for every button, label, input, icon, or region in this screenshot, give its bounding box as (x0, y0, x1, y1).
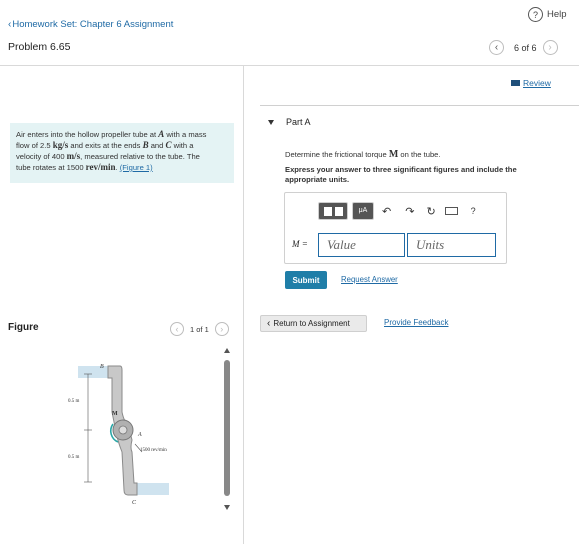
units-placeholder: Units (416, 237, 445, 252)
value-input[interactable]: Value (318, 233, 405, 257)
air-jet-c (137, 483, 169, 495)
chevron-left-icon: ‹ (8, 19, 12, 30)
template-icon (324, 207, 332, 216)
problem-line-3: velocity of 400 m/s, measured relative t… (16, 151, 200, 161)
value-placeholder: Value (327, 237, 356, 252)
chevron-left-icon: ‹ (267, 318, 271, 329)
part-a-divider (260, 105, 579, 106)
problem-line-1: Air enters into the hollow propeller tub… (16, 129, 207, 139)
mu-units-label: μA (358, 207, 368, 214)
label-c: C (132, 500, 137, 506)
dimension-top: 0.5 m (68, 399, 80, 404)
scroll-thumb[interactable] (224, 360, 230, 496)
keyboard-icon[interactable] (444, 207, 458, 215)
label-b: B (100, 364, 104, 370)
prev-figure-button[interactable]: ‹ (170, 322, 184, 336)
label-a: A (137, 432, 142, 438)
redo-icon[interactable]: ↷ (405, 205, 414, 218)
help-button[interactable]: ? Help (528, 7, 567, 22)
page-title: Problem 6.65 (8, 41, 71, 53)
template-button[interactable] (318, 202, 348, 220)
part-a-label: Part A (286, 117, 311, 127)
problem-line-2: flow of 2.5 kg/s and exits at the ends B… (16, 140, 194, 150)
pager-text: 6 of 6 (514, 42, 537, 53)
return-to-assignment-button[interactable]: ‹ Return to Assignment (260, 315, 367, 332)
propeller-tube-figure: B M A C 0.5 m 0.5 m 1500 rev/min (68, 364, 169, 506)
panel-divider (243, 66, 244, 544)
problem-line-4: tube rotates at 1500 rev/min. (Figure 1) (16, 162, 153, 172)
provide-feedback-link[interactable]: Provide Feedback (384, 318, 448, 327)
figure-title: Figure (8, 322, 39, 333)
part-a-toggle[interactable]: Part A (268, 117, 311, 127)
header-divider (0, 65, 579, 66)
variable-label: M = (292, 239, 308, 249)
figure-scrollbar[interactable] (223, 346, 231, 512)
math-toolbar: μA ↶ ↷ ↻ ? (318, 201, 476, 221)
problem-pager: ‹ 6 of 6 › (489, 40, 558, 55)
return-label: Return to Assignment (273, 319, 350, 328)
submit-button[interactable]: Submit (285, 271, 327, 289)
problem-statement: Air enters into the hollow propeller tub… (10, 123, 234, 183)
label-m: M (112, 411, 118, 417)
submit-label: Submit (292, 275, 320, 285)
scroll-up-icon[interactable] (224, 348, 230, 353)
back-to-homework-link[interactable]: ‹ Homework Set: Chapter 6 Assignment (8, 19, 173, 30)
prev-problem-button[interactable]: ‹ (489, 40, 504, 55)
mu-units-button[interactable]: μA (352, 202, 374, 220)
request-answer-link[interactable]: Request Answer (341, 275, 398, 284)
caret-down-icon (268, 119, 274, 125)
question-circle-icon: ? (528, 7, 543, 22)
review-label: Review (523, 78, 551, 88)
figure-pager-text: 1 of 1 (190, 324, 209, 334)
reset-icon[interactable]: ↻ (426, 205, 435, 218)
answer-instructions: Express your answer to three significant… (285, 165, 517, 184)
book-icon (511, 80, 520, 86)
next-problem-button[interactable]: › (542, 40, 558, 55)
rotation-speed-label: 1500 rev/min (140, 448, 167, 453)
question-text: Determine the frictional torque M on the… (285, 149, 441, 160)
review-link[interactable]: Review (511, 78, 551, 88)
scroll-down-icon[interactable] (224, 505, 230, 510)
next-figure-button[interactable]: › (214, 322, 229, 336)
back-link-label: Homework Set: Chapter 6 Assignment (12, 19, 174, 30)
dimension-bottom: 0.5 m (68, 455, 80, 460)
help-toolbar-button[interactable]: ? (471, 206, 476, 216)
undo-icon[interactable]: ↶ (382, 205, 391, 218)
figure-pager: ‹ 1 of 1 › (170, 322, 229, 336)
units-input[interactable]: Units (407, 233, 496, 257)
help-label: Help (547, 9, 567, 20)
figure-link[interactable]: (Figure 1) (120, 163, 153, 172)
